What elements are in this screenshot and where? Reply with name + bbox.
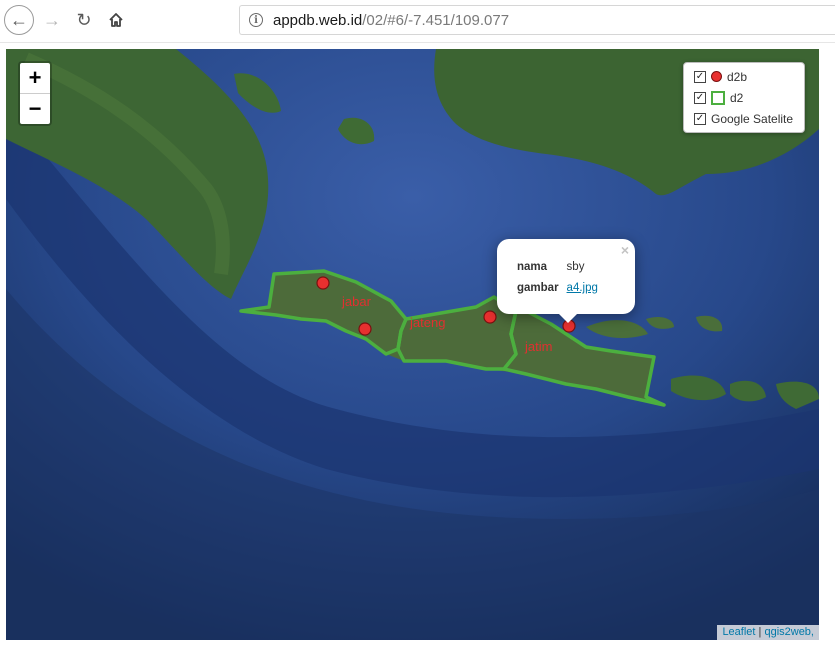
layer-label: d2 [730,90,744,105]
point-marker[interactable] [316,276,330,290]
point-marker[interactable] [483,310,497,324]
popup-key: gambar [517,282,559,294]
qgis2web-link[interactable]: qgis2web, [764,626,814,638]
popup-row: nama sby [517,259,602,280]
reload-icon: ↻ [76,9,92,30]
zoom-out-button[interactable]: − [20,94,50,124]
popup-attributes: nama sby gambar a4.jpg [517,259,602,301]
province-label-jabar: jabar [341,294,372,309]
zoom-control: + − [18,61,52,126]
home-button[interactable] [101,5,131,35]
map-view[interactable]: jabar jateng jatim + − ✓ d2b ✓ d2 ✓ Goog… [6,49,819,640]
close-icon[interactable]: × [621,242,629,258]
red-dot-icon [711,71,722,82]
popup-key: nama [517,261,548,273]
arrow-right-icon: → [43,9,61,30]
url-host: appdb.web.id [273,11,363,29]
checkbox-checked-icon[interactable]: ✓ [694,70,706,83]
green-square-icon [711,90,725,105]
point-marker[interactable] [358,322,372,336]
layer-toggle-d2[interactable]: ✓ d2 [684,87,804,108]
popup-image-link[interactable]: a4.jpg [567,282,598,294]
satellite-basemap: jabar jateng jatim [6,49,819,640]
url-text: appdb.web.id/02/#6/-7.451/109.077 [273,12,509,29]
arrow-left-icon: ← [10,9,28,30]
attribution: Leaflet | qgis2web, [717,625,819,640]
popup-value: sby [566,261,585,273]
browser-toolbar: ← → ↻ i appdb.web.id/02/#6/-7.451/109.07… [0,0,835,43]
home-icon [109,13,123,27]
checkbox-checked-icon[interactable]: ✓ [694,112,706,125]
layer-label: Google Satelite [711,111,794,126]
popup-tip [558,313,578,323]
province-label-jatim: jatim [524,339,552,354]
checkbox-checked-icon[interactable]: ✓ [694,91,706,104]
address-bar[interactable]: i appdb.web.id/02/#6/-7.451/109.077 [239,5,835,35]
layer-control: ✓ d2b ✓ d2 ✓ Google Satelite [683,62,805,133]
url-path: /02/#6/-7.451/109.077 [362,11,510,29]
leaflet-link[interactable]: Leaflet [722,626,755,638]
layer-label: d2b [727,69,748,84]
layer-toggle-d2b[interactable]: ✓ d2b [684,66,804,87]
popup-row: gambar a4.jpg [517,280,602,301]
info-icon[interactable]: i [249,13,263,27]
forward-button[interactable]: → [37,5,67,35]
feature-popup: × nama sby gambar a4.jpg [497,239,635,323]
back-button[interactable]: ← [4,5,34,35]
zoom-in-button[interactable]: + [20,63,50,94]
reload-button[interactable]: ↻ [69,5,99,35]
layer-toggle-google-satelite[interactable]: ✓ Google Satelite [684,108,804,129]
province-label-jateng: jateng [409,315,445,330]
